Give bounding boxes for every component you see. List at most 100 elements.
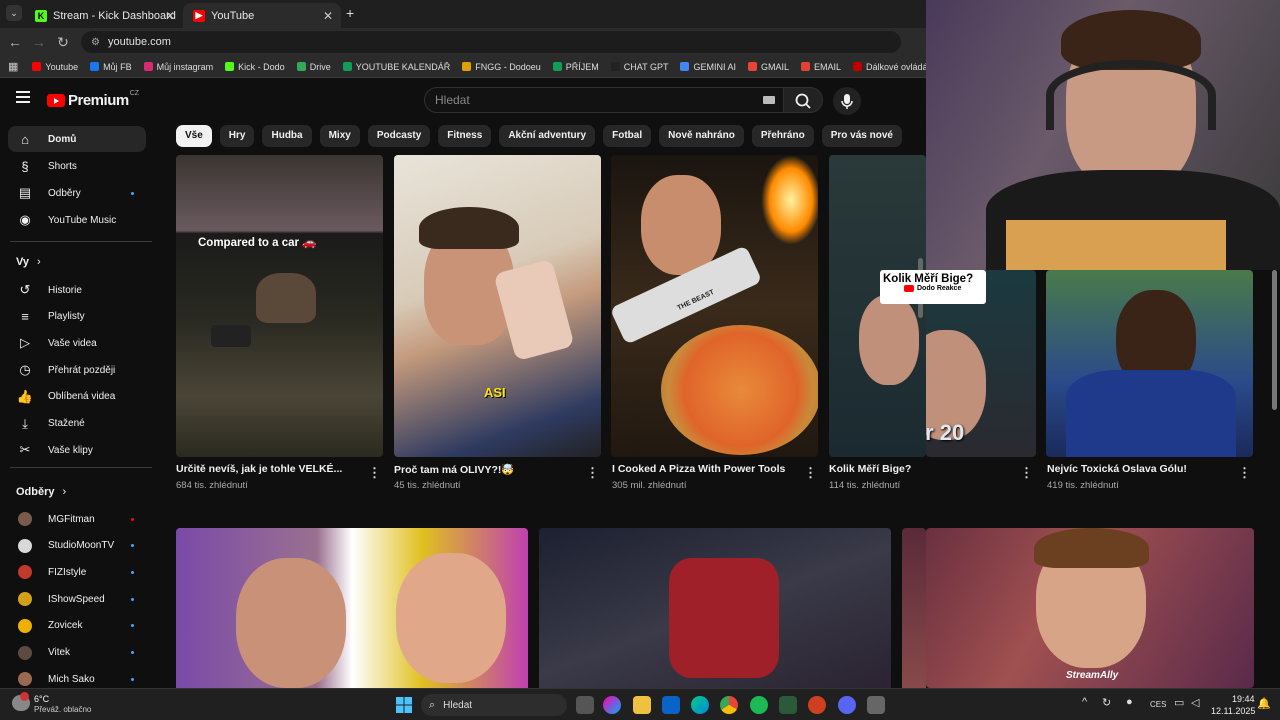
- filter-chip[interactable]: Fitness: [438, 125, 492, 147]
- file-explorer-icon[interactable]: [633, 696, 651, 714]
- apps-icon[interactable]: ▦: [8, 60, 18, 73]
- keyboard-icon[interactable]: [763, 96, 775, 104]
- close-tab-icon[interactable]: ✕: [323, 9, 333, 23]
- sidebar-item[interactable]: ⌂ Domů: [8, 126, 146, 152]
- sidebar-item[interactable]: StudioMoonTV: [8, 533, 146, 559]
- sidebar-item[interactable]: ✂ Vaše klipy: [8, 437, 146, 463]
- filter-chip[interactable]: Hry: [219, 125, 255, 147]
- short-thumbnail-2[interactable]: ASI: [394, 155, 601, 457]
- filter-chip[interactable]: Pro vás nové: [821, 125, 902, 147]
- forward-icon[interactable]: →: [27, 34, 51, 50]
- sidebar-item[interactable]: 👍 Oblíbená videa: [8, 384, 146, 410]
- back-icon[interactable]: ←: [3, 34, 27, 50]
- sidebar-item[interactable]: Vitek: [8, 640, 146, 666]
- sidebar-section-subscriptions[interactable]: Odběry ›: [16, 486, 66, 498]
- sidebar-item[interactable]: ◉ YouTube Music: [8, 207, 146, 233]
- tab-list-button[interactable]: ⌄: [6, 5, 22, 21]
- voice-search-button[interactable]: [833, 87, 861, 115]
- short-title[interactable]: Určitě nevíš, jak je tohle VELKÉ...: [176, 463, 356, 475]
- clock-date[interactable]: 12.11.2025: [1211, 706, 1255, 716]
- sync-icon[interactable]: ↻: [1102, 696, 1111, 709]
- filter-chip[interactable]: Akční adventury: [499, 125, 596, 147]
- sidebar-item[interactable]: FIZIstyle: [8, 559, 146, 585]
- copilot-icon[interactable]: [603, 696, 621, 714]
- video-thumbnail-1[interactable]: [176, 528, 528, 688]
- bookmark-item[interactable]: GMAIL: [747, 62, 789, 72]
- short-title[interactable]: I Cooked A Pizza With Power Tools: [612, 463, 792, 475]
- volume-icon[interactable]: ◁: [1191, 696, 1199, 709]
- video-thumbnail-2[interactable]: [539, 528, 891, 688]
- sidebar-item[interactable]: ↺ Historie: [8, 277, 146, 303]
- filter-chip[interactable]: Vše: [176, 125, 212, 147]
- tab-youtube[interactable]: ▶ YouTube ✕: [183, 3, 341, 28]
- filter-chip[interactable]: Fotbal: [603, 125, 652, 147]
- bookmark-item[interactable]: Můj instagram: [143, 62, 213, 72]
- filter-chip[interactable]: Hudba: [262, 125, 312, 147]
- sidebar-item[interactable]: ▷ Vaše videa: [8, 330, 146, 356]
- reload-icon[interactable]: ↻: [51, 34, 75, 51]
- filter-chip[interactable]: Mixy: [319, 125, 360, 147]
- new-tab-button[interactable]: +: [346, 5, 354, 21]
- short-thumbnail-4[interactable]: [829, 155, 926, 457]
- terminal-icon[interactable]: [779, 696, 797, 714]
- more-options-icon[interactable]: ⋮: [1020, 465, 1033, 481]
- chrome-icon[interactable]: [720, 696, 738, 714]
- sidebar-item[interactable]: IShowSpeed: [8, 586, 146, 612]
- search-input[interactable]: Hledat: [424, 87, 786, 113]
- close-tab-icon[interactable]: ✕: [165, 9, 175, 23]
- more-options-icon[interactable]: ⋮: [1238, 465, 1251, 481]
- short-title[interactable]: Nejvíc Toxická Oslava Gólu!: [1047, 463, 1227, 475]
- sidebar-item[interactable]: MGFitman: [8, 506, 146, 532]
- clock-time[interactable]: 19:44: [1232, 694, 1255, 704]
- bookmark-item[interactable]: Drive: [296, 62, 331, 72]
- bookmark-item[interactable]: FNGG - Dodoeu: [462, 62, 541, 72]
- bookmark-item[interactable]: Můj FB: [90, 62, 132, 72]
- calculator-icon[interactable]: [867, 696, 885, 714]
- search-button[interactable]: [783, 87, 823, 113]
- short-thumbnail-1[interactable]: Compared to a car 🚗: [176, 155, 383, 457]
- sidebar-section-you[interactable]: Vy ›: [16, 256, 41, 268]
- network-icon[interactable]: ▭: [1174, 696, 1184, 709]
- site-info-icon[interactable]: ⚙: [91, 37, 100, 48]
- bookmark-item[interactable]: Youtube: [32, 62, 78, 72]
- youtube-premium-logo[interactable]: Premium CZ: [47, 90, 139, 109]
- more-options-icon[interactable]: ⋮: [804, 465, 817, 481]
- more-options-icon[interactable]: ⋮: [586, 465, 599, 481]
- notifications-icon[interactable]: 🔔: [1257, 697, 1271, 710]
- more-options-icon[interactable]: ⋮: [368, 465, 381, 481]
- task-view-icon[interactable]: [576, 696, 594, 714]
- sidebar-item[interactable]: ◷ Přehrát později: [8, 357, 146, 383]
- taskbar-search[interactable]: ⌕ Hledat: [421, 694, 567, 716]
- bookmark-item[interactable]: PŘÍJEM: [552, 62, 599, 72]
- video-thumbnail-3[interactable]: [902, 528, 926, 688]
- short-thumbnail-3[interactable]: THE BEAST: [611, 155, 818, 457]
- language-indicator[interactable]: CES: [1150, 700, 1166, 709]
- edge-icon[interactable]: [691, 696, 709, 714]
- short-title[interactable]: Proč tam má OLIVY?!🤯: [394, 463, 574, 476]
- filter-chip[interactable]: Nově nahráno: [659, 125, 744, 147]
- menu-icon[interactable]: [16, 91, 30, 103]
- video-thumbnail-3-right[interactable]: StreamAlly: [926, 528, 1254, 688]
- sidebar-item[interactable]: ≡ Playlisty: [8, 304, 146, 330]
- page-scrollbar[interactable]: [1272, 270, 1277, 410]
- bookmark-item[interactable]: EMAIL: [801, 62, 841, 72]
- microphone-icon[interactable]: ●: [1126, 696, 1133, 708]
- sidebar-item[interactable]: Mich Sako: [8, 666, 146, 688]
- spotify-icon[interactable]: [750, 696, 768, 714]
- chevron-up-icon[interactable]: ^: [1082, 696, 1087, 708]
- url-input[interactable]: ⚙ youtube.com: [81, 31, 901, 53]
- filter-chip[interactable]: Přehráno: [751, 125, 814, 147]
- short-title[interactable]: Kolik Měří Bige?: [829, 463, 924, 475]
- sidebar-item[interactable]: Zovicek: [8, 613, 146, 639]
- outlook-icon[interactable]: [662, 696, 680, 714]
- bookmark-item[interactable]: Dálkové ovládání M...: [853, 62, 926, 72]
- obs-icon[interactable]: [808, 696, 826, 714]
- bookmark-item[interactable]: CHAT GPT: [610, 62, 668, 72]
- sidebar-item[interactable]: ▤ Odběry: [8, 180, 146, 206]
- short-thumbnail-5[interactable]: [1046, 270, 1253, 457]
- tab-kick-dashboard[interactable]: K Stream - Kick Dashboard ✕: [25, 3, 183, 28]
- filter-chip[interactable]: Podcasty: [367, 125, 431, 147]
- bookmark-item[interactable]: YOUTUBE KALENDÁŘ: [342, 62, 450, 72]
- bookmark-item[interactable]: Kick - Dodo: [225, 62, 285, 72]
- discord-icon[interactable]: [838, 696, 856, 714]
